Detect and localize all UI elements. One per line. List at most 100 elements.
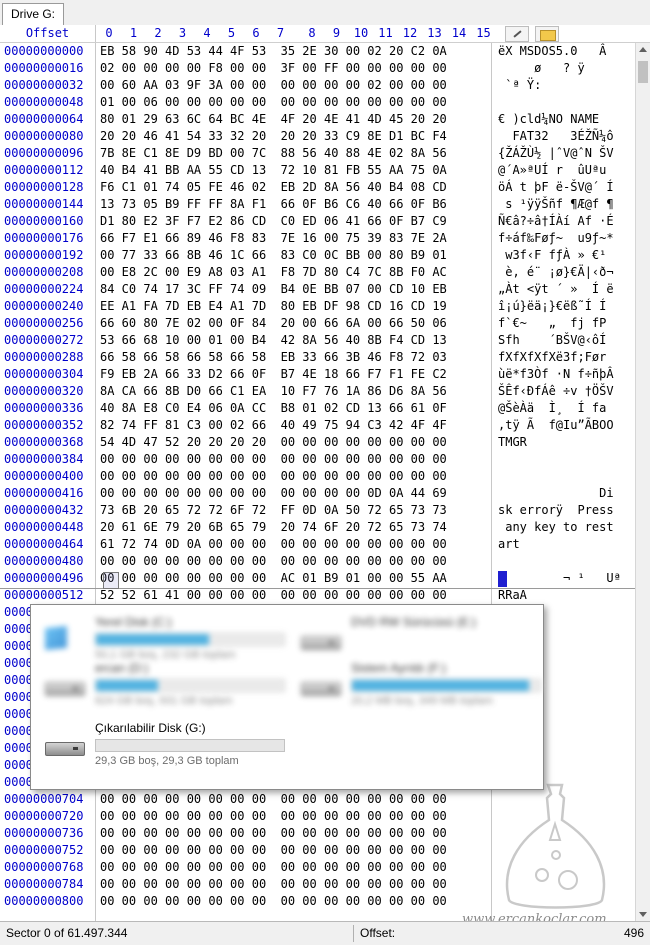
row-hex-bytes[interactable]: 8A CA 66 8B D0 66 C1 EA 10 F7 76 1A 86 D… (100, 383, 447, 400)
hard-drive-icon (45, 679, 85, 697)
column-header-11: 11 (378, 26, 393, 40)
row-ascii[interactable]: art (498, 536, 520, 553)
row-hex-bytes[interactable]: 66 F7 E1 66 89 46 F8 83 7E 16 00 75 39 8… (100, 230, 447, 247)
row-ascii[interactable]: any key to rest (498, 519, 613, 536)
row-hex-bytes[interactable]: 00 00 00 00 00 00 00 00 00 00 00 00 00 0… (100, 859, 447, 876)
row-ascii[interactable]: {ŽÁŽÙ½ |ˆV@ˆN ŠV (498, 145, 614, 162)
row-offset: 00000000000 (4, 44, 84, 58)
tab-drive-g[interactable]: Drive G: (2, 3, 65, 25)
row-ascii[interactable]: f÷áf‰Føƒ~ u9ƒ~* (498, 230, 614, 247)
row-hex-bytes[interactable]: 40 8A E8 C0 E4 06 0A CC B8 01 02 CD 13 6… (100, 400, 447, 417)
row-hex-bytes[interactable]: 7B 8E C1 8E D9 BD 00 7C 88 56 40 88 4E 0… (100, 145, 447, 162)
row-ascii[interactable]: è, é¨ ¡ø}€Ä|‹ð¬ (498, 264, 613, 281)
row-hex-bytes[interactable]: 00 00 00 00 00 00 00 00 00 00 00 00 00 0… (100, 791, 447, 808)
row-ascii[interactable]: ,tÿ Ã f@Iu”ÃBOO (498, 417, 614, 434)
row-hex-bytes[interactable]: 00 00 00 00 00 00 00 00 00 00 00 00 00 0… (100, 808, 447, 825)
row-hex-bytes[interactable]: F9 EB 2A 66 33 D2 66 0F B7 4E 18 66 F7 F… (100, 366, 447, 383)
tab-bar: Drive G: (0, 0, 650, 26)
row-offset: 00000000048 (4, 95, 84, 109)
column-header-9: 9 (332, 26, 341, 40)
row-hex-bytes[interactable]: 13 73 05 B9 FF FF 8A F1 66 0F B6 C6 40 6… (100, 196, 447, 213)
scroll-down-arrow-icon[interactable] (639, 912, 647, 917)
row-hex-bytes[interactable]: 00 60 AA 03 9F 3A 00 00 00 00 00 00 02 0… (100, 77, 447, 94)
row-offset: 00000000768 (4, 860, 84, 874)
row-ascii[interactable]: „Àt <ÿt ´ » Í ë (498, 281, 614, 298)
row-hex-bytes[interactable]: 53 66 68 10 00 01 00 B4 42 8A 56 40 8B F… (100, 332, 447, 349)
row-ascii[interactable]: ëX MSDOS5.0 Â (498, 43, 606, 60)
row-offset: 00000000208 (4, 265, 84, 279)
row-hex-bytes[interactable]: 00 00 00 00 00 00 00 00 AC 01 B9 01 00 0… (100, 570, 447, 587)
row-hex-bytes[interactable]: 00 00 00 00 00 00 00 00 00 00 00 00 00 0… (100, 876, 447, 893)
row-ascii[interactable]: @´A»ªUÍ r ûUªu (498, 162, 606, 179)
row-hex-bytes[interactable]: 02 00 00 00 00 F8 00 00 3F 00 FF 00 00 0… (100, 60, 447, 77)
drive-item[interactable]: Çıkarılabilir Disk (G:) 29,3 GB boş, 29,3… (31, 721, 285, 771)
vertical-scrollbar[interactable] (635, 43, 650, 921)
drive-item[interactable]: DVD RW Sürücüsü (E:) (287, 615, 527, 665)
usb-drive-icon (45, 739, 85, 757)
column-header-15: 15 (476, 26, 491, 40)
row-ascii[interactable]: s ¹ÿÿŠñf ¶Æ@f ¶ (498, 196, 613, 213)
row-hex-bytes[interactable]: 61 72 74 0D 0A 00 00 00 00 00 00 00 00 0… (100, 536, 447, 553)
hex-cursor (103, 572, 119, 589)
row-hex-bytes[interactable]: 00 00 00 00 00 00 00 00 00 00 00 00 00 0… (100, 825, 447, 842)
row-hex-bytes[interactable]: 00 00 00 00 00 00 00 00 00 00 00 00 00 0… (100, 553, 447, 570)
scroll-thumb[interactable] (638, 61, 648, 83)
row-hex-bytes[interactable]: 66 60 80 7E 02 00 0F 84 20 00 66 6A 00 6… (100, 315, 447, 332)
row-hex-bytes[interactable]: 84 C0 74 17 3C FF 74 09 B4 0E BB 07 00 C… (100, 281, 447, 298)
row-ascii[interactable]: ¬ ¹ Uª (498, 570, 621, 587)
row-hex-bytes[interactable]: 52 52 61 41 00 00 00 00 00 00 00 00 00 0… (100, 587, 447, 604)
row-ascii[interactable]: `ª Ÿ: (498, 77, 541, 94)
row-ascii[interactable]: öÁ t þF ë-ŠV@´ Í (498, 179, 614, 196)
drive-usage-fill (96, 634, 209, 645)
row-offset: 00000000496 (4, 571, 84, 585)
row-hex-bytes[interactable]: 00 00 00 00 00 00 00 00 00 00 00 00 00 0… (100, 468, 447, 485)
edit-mode-button[interactable] (505, 26, 529, 42)
row-hex-bytes[interactable]: 00 00 00 00 00 00 00 00 00 00 00 00 0D 0… (100, 485, 447, 502)
row-ascii[interactable]: € )cld¼NO NAME (498, 111, 599, 128)
row-ascii[interactable]: sk errorÿ Press (498, 502, 614, 519)
row-ascii[interactable]: ùë*f3Òf ·N f÷ñþÂ (498, 366, 614, 383)
column-header-0: 0 (105, 26, 113, 40)
folder-icon (540, 30, 556, 41)
drive-item[interactable]: Yerel Disk (C:) 50,1 GB boş, 232 GB topla… (31, 615, 285, 665)
row-hex-bytes[interactable]: 66 58 66 58 66 58 66 58 EB 33 66 3B 46 F… (100, 349, 447, 366)
drive-item[interactable]: Sistem Ayrıldı (F:) 20,2 MB boş, 349 MB t… (287, 661, 541, 711)
drive-size: 29,3 GB boş, 29,3 GB toplam (95, 755, 239, 767)
open-folder-button[interactable] (535, 26, 559, 42)
row-hex-bytes[interactable]: EB 58 90 4D 53 44 4F 53 35 2E 30 00 02 2… (100, 43, 447, 60)
drive-item[interactable]: ercan (D:) 624 GB boş, 931 GB toplam (31, 661, 285, 711)
row-offset: 00000000176 (4, 231, 84, 245)
row-hex-bytes[interactable]: 54 4D 47 52 20 20 20 20 00 00 00 00 00 0… (100, 434, 447, 451)
row-ascii[interactable]: Sfh ´BŠV@‹ôÍ (498, 332, 606, 349)
row-hex-bytes[interactable]: 00 00 00 00 00 00 00 00 00 00 00 00 00 0… (100, 451, 447, 468)
row-hex-bytes[interactable]: 00 77 33 66 8B 46 1C 66 83 C0 0C BB 00 8… (100, 247, 447, 264)
row-hex-bytes[interactable]: 40 B4 41 BB AA 55 CD 13 72 10 81 FB 55 A… (100, 162, 447, 179)
drive-name: Çıkarılabilir Disk (G:) (95, 721, 206, 735)
row-hex-bytes[interactable]: 80 01 29 63 6C 64 BC 4E 4F 20 4E 41 4D 4… (100, 111, 447, 128)
row-ascii[interactable]: Di (498, 485, 613, 502)
row-ascii[interactable]: @ŠèÀä Ì¸ Í fa (498, 400, 606, 417)
row-ascii[interactable]: ø ? ÿ (498, 60, 585, 77)
row-ascii[interactable]: Ñ€â?÷â†ÍÀí Af ·É (498, 213, 614, 230)
row-hex-bytes[interactable]: 00 00 00 00 00 00 00 00 00 00 00 00 00 0… (100, 893, 447, 910)
row-ascii[interactable]: RRaA (498, 587, 527, 604)
row-ascii[interactable]: f`€~ „ fj fP (498, 315, 606, 332)
row-hex-bytes[interactable]: 20 20 46 41 54 33 32 20 20 20 33 C9 8E D… (100, 128, 447, 145)
row-ascii[interactable]: w3f‹F fƒÀ » €¹ (498, 247, 606, 264)
scroll-up-arrow-icon[interactable] (639, 47, 647, 52)
row-hex-bytes[interactable]: F6 C1 01 74 05 FE 46 02 EB 2D 8A 56 40 B… (100, 179, 447, 196)
row-ascii[interactable]: ŠÊf‹ÐfÁê ÷v †ÖŠV (498, 383, 614, 400)
row-hex-bytes[interactable]: 00 E8 2C 00 E9 A8 03 A1 F8 7D 80 C4 7C 8… (100, 264, 447, 281)
row-hex-bytes[interactable]: 20 61 6E 79 20 6B 65 79 20 74 6F 20 72 6… (100, 519, 447, 536)
row-hex-bytes[interactable]: 00 00 00 00 00 00 00 00 00 00 00 00 00 0… (100, 842, 447, 859)
row-ascii[interactable]: FAT32 3ÉŽÑ¼ô (498, 128, 613, 145)
row-hex-bytes[interactable]: 82 74 FF 81 C3 00 02 66 40 49 75 94 C3 4… (100, 417, 447, 434)
row-hex-bytes[interactable]: 01 00 06 00 00 00 00 00 00 00 00 00 00 0… (100, 94, 447, 111)
row-hex-bytes[interactable]: 73 6B 20 65 72 72 6F 72 FF 0D 0A 50 72 6… (100, 502, 447, 519)
row-ascii[interactable]: î¡ú}ëä¡}€ëß˜Í Í (498, 298, 606, 315)
row-offset: 00000000720 (4, 809, 84, 823)
row-ascii[interactable]: fXfXfXfXë3f;Før (498, 349, 606, 366)
row-ascii[interactable]: TMGR (498, 434, 527, 451)
row-hex-bytes[interactable]: D1 80 E2 3F F7 E2 86 CD C0 ED 06 41 66 0… (100, 213, 447, 230)
row-hex-bytes[interactable]: EE A1 FA 7D EB E4 A1 7D 80 EB DF 98 CD 1… (100, 298, 447, 315)
